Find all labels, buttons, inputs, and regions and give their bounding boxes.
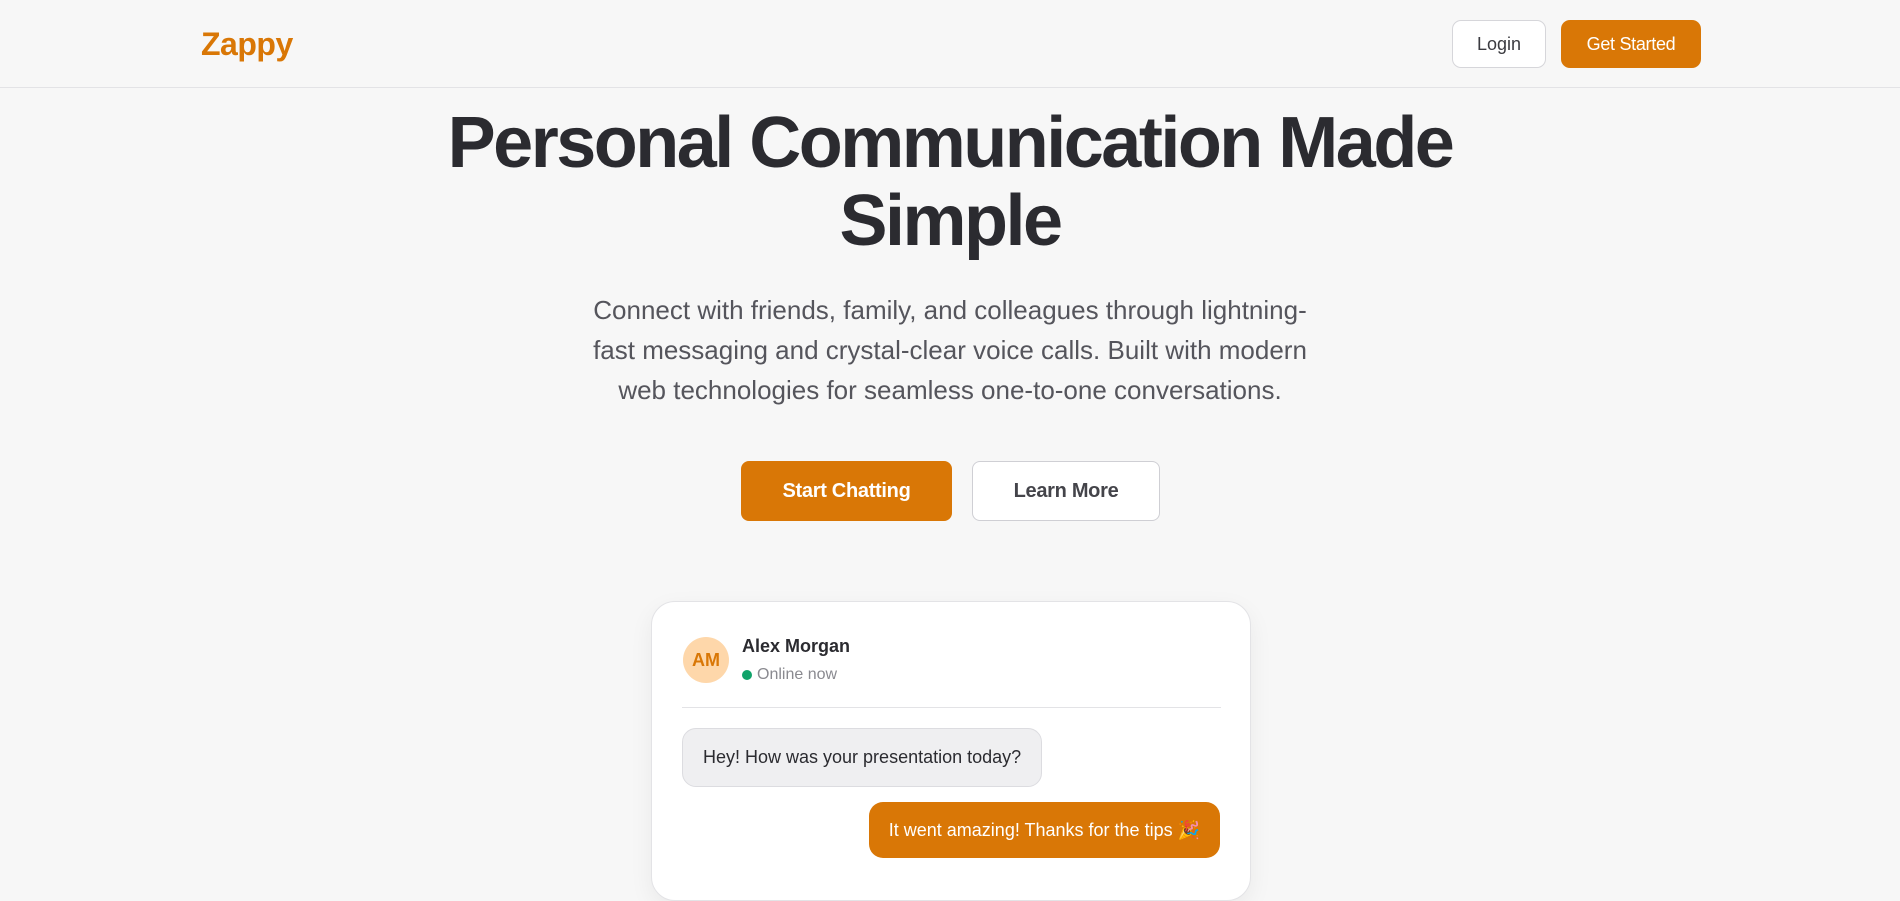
hero-subtitle-line-1: Connect with friends, family, and collea… (593, 295, 1307, 325)
avatar: AM (683, 637, 729, 683)
learn-more-button[interactable]: Learn More (972, 461, 1160, 521)
hero-title: Personal Communication Made Simple (350, 104, 1550, 260)
hero-title-line-2: Simple (839, 181, 1063, 261)
outgoing-message-bubble: It went amazing! Thanks for the tips 🎉 (868, 802, 1220, 858)
top-navbar: Zappy Login Get Started (0, 0, 1900, 88)
contact-name: Alex Morgan (742, 636, 851, 656)
online-dot-icon (742, 670, 752, 680)
chat-preview-card: AM Alex Morgan Online now Hey! How was y… (651, 601, 1251, 901)
status-text: Online now (757, 666, 838, 683)
hero-title-line-1: Personal Communication Made (447, 103, 1455, 183)
divider (682, 707, 1221, 708)
hero-subtitle-line-3: web technologies for seamless one-to-one… (618, 375, 1282, 405)
status-indicator: Online now (742, 666, 837, 684)
incoming-message-bubble: Hey! How was your presentation today? (682, 728, 1043, 787)
hero-subtitle: Connect with friends, family, and collea… (560, 290, 1340, 410)
hero-subtitle-line-2: fast messaging and crystal-clear voice c… (593, 335, 1307, 365)
get-started-button[interactable]: Get Started (1561, 20, 1701, 68)
start-chatting-button[interactable]: Start Chatting (741, 461, 952, 521)
login-button[interactable]: Login (1452, 20, 1546, 68)
zappy-logo[interactable]: Zappy (201, 26, 293, 63)
